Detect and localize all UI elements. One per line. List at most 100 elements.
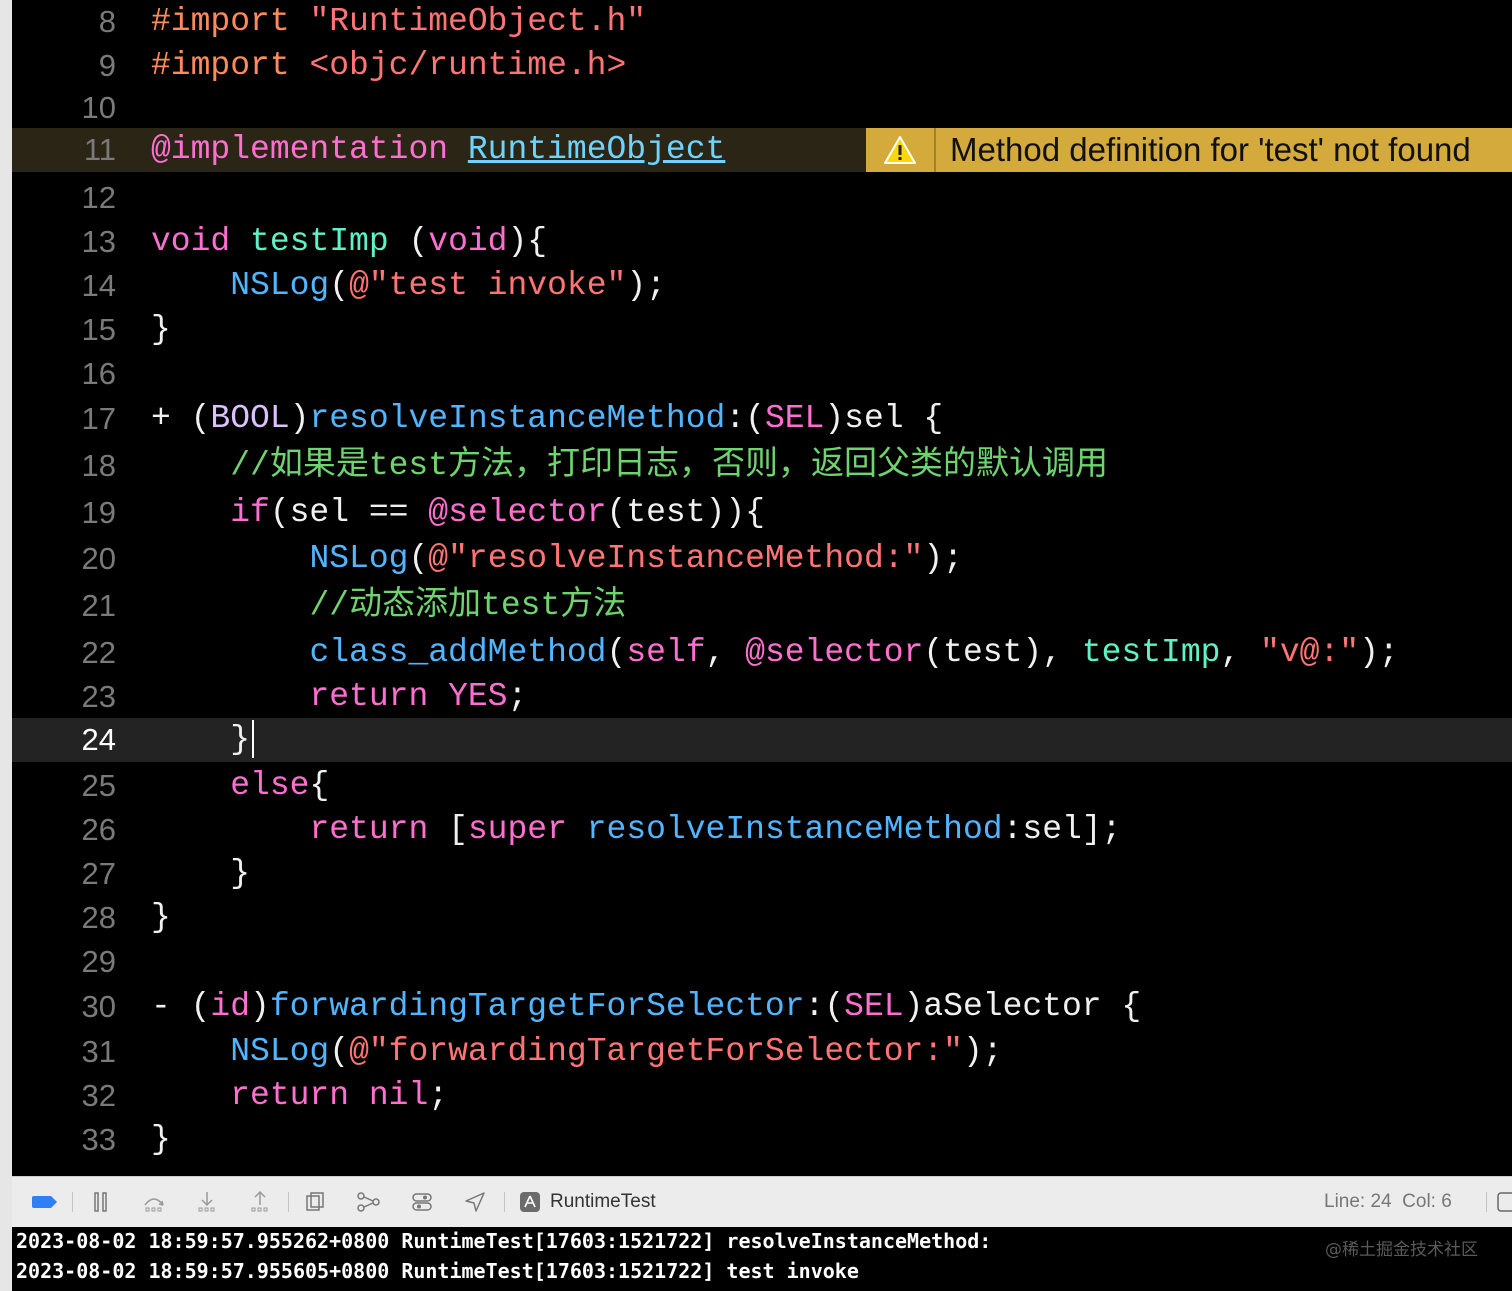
code-token: ; xyxy=(507,678,528,715)
line-number: 12 xyxy=(81,180,116,215)
code-line[interactable]: 27 } xyxy=(12,852,1512,896)
warning-message: Method definition for 'test' not found xyxy=(950,131,1471,168)
code-text: return YES; xyxy=(151,676,527,718)
code-text: } xyxy=(151,308,171,352)
code-line[interactable]: 17 + (BOOL)resolveInstanceMethod:(SEL)sel… xyxy=(12,396,1512,442)
code-text: #import "RuntimeObject.h" xyxy=(151,0,646,44)
line-number: 17 xyxy=(81,401,116,436)
code-line[interactable]: 18 //如果是test方法，打印日志，否则，返回父类的默认调用 xyxy=(12,442,1512,490)
code-line[interactable]: 16 xyxy=(12,352,1512,396)
step-out-icon[interactable] xyxy=(246,1177,274,1227)
code-line[interactable]: 10 xyxy=(12,88,1512,128)
code-token: NSLog xyxy=(309,540,409,577)
line-number: 8 xyxy=(98,4,116,39)
code-token: :sel]; xyxy=(1002,811,1122,848)
code-token: @implementation xyxy=(151,131,449,168)
debug-toolbar: RuntimeTest Line: 24 Col: 6 xyxy=(12,1176,1512,1227)
environment-overrides-icon[interactable] xyxy=(408,1177,436,1227)
code-line[interactable]: 14 NSLog(@"test invoke"); xyxy=(12,264,1512,308)
step-into-icon[interactable] xyxy=(193,1177,221,1227)
code-token: else xyxy=(230,767,310,804)
step-over-icon[interactable] xyxy=(140,1177,168,1227)
code-token: @selector xyxy=(745,634,924,671)
code-token: ); xyxy=(962,1033,1003,1070)
code-token: NSLog xyxy=(230,1033,330,1070)
code-line[interactable]: 25 else{ xyxy=(12,764,1512,808)
line-number: 13 xyxy=(81,224,116,259)
code-line[interactable]: 21 //动态添加test方法 xyxy=(12,582,1512,630)
code-text: //动态添加test方法 xyxy=(151,582,626,630)
code-token: @"resolveInstanceMethod:" xyxy=(428,540,924,577)
code-text: + (BOOL)resolveInstanceMethod:(SEL)sel { xyxy=(151,396,943,442)
code-line-partial xyxy=(12,1162,1512,1176)
text-cursor xyxy=(252,720,255,759)
code-token: ( xyxy=(388,223,429,260)
code-line[interactable]: 29 xyxy=(12,940,1512,984)
code-text: return [super resolveInstanceMethod:sel]… xyxy=(151,808,1121,852)
code-line[interactable]: 19 if(sel == @selector(test)){ xyxy=(12,490,1512,536)
debug-console[interactable]: 2023-08-02 18:59:57.955262+0800 RuntimeT… xyxy=(12,1227,1512,1291)
code-token: ); xyxy=(1359,634,1399,671)
simulate-location-icon[interactable] xyxy=(461,1177,489,1227)
line-number: 15 xyxy=(81,312,116,347)
code-token: @"forwardingTargetForSelector:" xyxy=(349,1033,963,1070)
code-line[interactable]: 30 - (id)forwardingTargetForSelector:(SEL… xyxy=(12,984,1512,1030)
code-line[interactable]: 32 return nil; xyxy=(12,1074,1512,1118)
line-number: 10 xyxy=(81,90,116,125)
pause-icon[interactable] xyxy=(88,1177,114,1227)
code-line[interactable]: 31 NSLog(@"forwardingTargetForSelector:"… xyxy=(12,1030,1512,1074)
line-number: 9 xyxy=(98,48,116,83)
code-line[interactable]: 22 class_addMethod(self, @selector(test)… xyxy=(12,630,1512,676)
code-line[interactable]: 28} xyxy=(12,896,1512,940)
inline-warning-banner[interactable]: Method definition for 'test' not found xyxy=(866,128,1512,172)
panel-toggle-icon[interactable] xyxy=(1496,1177,1512,1227)
code-line[interactable]: 24 } xyxy=(12,718,1512,762)
code-token: RuntimeObject xyxy=(467,131,726,168)
code-line[interactable]: 33} xyxy=(12,1118,1512,1162)
code-line[interactable]: 20 NSLog(@"resolveInstanceMethod:"); xyxy=(12,536,1512,582)
code-line[interactable]: 13 void testImp (void){ xyxy=(12,220,1512,264)
code-token: @"test invoke" xyxy=(349,267,627,304)
code-token: YES xyxy=(448,678,508,715)
code-token: //如果是test方法，打印日志，否则，返回父类的默认调用 xyxy=(230,447,1109,484)
code-token: self xyxy=(626,634,706,671)
code-token: id xyxy=(210,988,251,1025)
code-token: ) xyxy=(289,400,310,437)
view-hierarchy-icon[interactable] xyxy=(302,1177,330,1227)
code-text: class_addMethod(self, @selector(test), t… xyxy=(151,630,1399,676)
console-line: 2023-08-02 18:59:57.955605+0800 RuntimeT… xyxy=(16,1259,859,1283)
code-line[interactable]: 15} xyxy=(12,308,1512,352)
code-token: forwardingTargetForSelector xyxy=(269,988,805,1025)
code-line[interactable]: 23 return YES; xyxy=(12,676,1512,718)
memory-graph-icon[interactable] xyxy=(355,1177,383,1227)
code-text: void testImp (void){ xyxy=(151,220,547,264)
code-token: , xyxy=(705,634,746,671)
code-line[interactable]: 12 xyxy=(12,176,1512,220)
code-token: [ xyxy=(428,811,468,848)
code-token: ); xyxy=(923,540,963,577)
code-token: "v@:" xyxy=(1260,634,1360,671)
code-editor[interactable]: 8 #import "RuntimeObject.h" 9 #import <objc… xyxy=(12,0,1512,1176)
code-token: ( xyxy=(329,267,350,304)
code-token: NSLog xyxy=(230,267,330,304)
code-line[interactable]: 9 #import <objc/runtime.h> xyxy=(12,44,1512,88)
code-token: void xyxy=(151,223,231,260)
line-number: 24 xyxy=(81,722,116,757)
code-line[interactable]: 26 return [super resolveInstanceMethod:s… xyxy=(12,808,1512,852)
code-text: } xyxy=(151,852,250,896)
scheme-name-label[interactable]: RuntimeTest xyxy=(550,1177,656,1227)
code-token: @selector xyxy=(428,494,607,531)
line-number: 18 xyxy=(81,448,116,483)
code-line[interactable]: 8 #import "RuntimeObject.h" xyxy=(12,0,1512,44)
code-token: #import xyxy=(151,47,310,84)
breakpoints-toggle-icon[interactable] xyxy=(30,1177,60,1227)
